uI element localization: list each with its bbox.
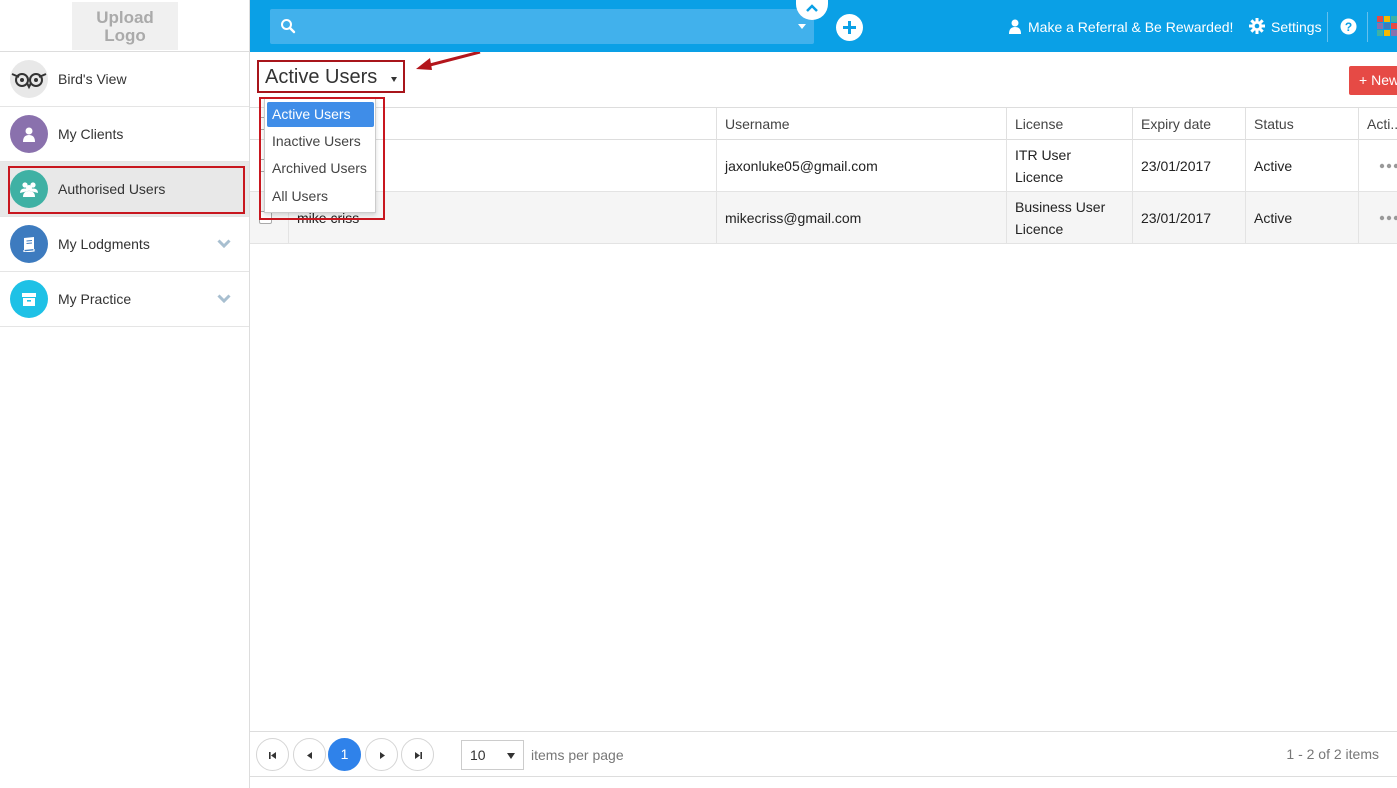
username-cell: jaxonluke05@gmail.com (716, 140, 1006, 192)
items-per-page-label: items per page (531, 747, 624, 763)
caret-down-icon (507, 753, 515, 759)
sidebar-item-label: My Lodgments (58, 236, 150, 252)
user-icon (1009, 19, 1021, 34)
pagination-info: 1 - 2 of 2 items (1286, 746, 1379, 762)
column-header-expiry[interactable]: Expiry date (1132, 108, 1245, 140)
sidebar: Bird's View My Clients Authorised Users (0, 52, 250, 788)
more-actions-icon[interactable] (1379, 163, 1397, 169)
license-line2: Licence (1015, 169, 1064, 185)
plus-icon (843, 21, 856, 34)
table-row[interactable]: jaxonluke05@gmail.com ITR User Licence 23… (250, 140, 1397, 192)
settings-link[interactable]: Settings (1249, 0, 1322, 52)
help-icon: ? (1340, 18, 1357, 35)
previous-page-icon (307, 752, 312, 759)
gear-icon (1249, 18, 1265, 35)
app-grid-icon (1377, 16, 1397, 37)
owl-icon (10, 60, 48, 98)
license-line2: Licence (1015, 221, 1064, 237)
header-divider (1367, 12, 1368, 42)
dropdown-highlight-annotation (259, 97, 385, 220)
search-input[interactable] (270, 9, 814, 44)
status-cell: Active (1245, 140, 1358, 192)
license-cell: ITR User Licence (1006, 140, 1132, 192)
table-row[interactable]: mike criss mikecriss@gmail.com Business … (250, 192, 1397, 244)
user-view-select-value: Active Users (265, 66, 378, 88)
logo-text-line1: Upload (96, 8, 154, 27)
new-button-label: New (1371, 72, 1397, 88)
search-icon (281, 19, 296, 34)
chevron-up-icon (806, 4, 818, 12)
logo-text-line2: Logo (104, 26, 146, 45)
previous-page-button[interactable] (293, 738, 326, 771)
quick-add-button[interactable] (836, 14, 863, 41)
referral-label: Make a Referral & Be Rewarded! (1028, 19, 1234, 35)
sidebar-item-my-practice[interactable]: My Practice (0, 272, 249, 327)
sidebar-item-label: My Clients (58, 126, 124, 142)
book-icon (10, 225, 48, 263)
expiry-cell: 23/01/2017 (1132, 192, 1245, 244)
chevron-down-icon[interactable] (217, 294, 231, 303)
user-view-select[interactable]: Active Users (257, 60, 405, 93)
upload-logo-placeholder[interactable]: Upload Logo (72, 2, 178, 50)
current-page-button[interactable]: 1 (328, 738, 361, 771)
first-page-icon (269, 752, 276, 759)
actions-cell (1358, 192, 1397, 244)
caret-down-icon (391, 77, 397, 82)
column-header-actions[interactable]: Acti... (1358, 108, 1397, 140)
logo-area: Upload Logo (0, 0, 250, 52)
referral-link[interactable]: Make a Referral & Be Rewarded! (1008, 0, 1233, 52)
sidebar-item-my-clients[interactable]: My Clients (0, 107, 249, 162)
sidebar-item-label: Bird's View (58, 71, 127, 87)
chevron-down-icon[interactable] (217, 239, 231, 248)
expiry-cell: 23/01/2017 (1132, 140, 1245, 192)
sidebar-highlight-annotation (8, 166, 245, 214)
sidebar-item-birds-view[interactable]: Bird's View (0, 52, 249, 107)
svg-text:?: ? (1345, 20, 1352, 34)
status-cell: Active (1245, 192, 1358, 244)
new-user-button[interactable]: + New (1349, 66, 1397, 95)
first-page-button[interactable] (256, 738, 289, 771)
apps-button[interactable] (1377, 0, 1397, 52)
column-header-username[interactable]: Username (716, 108, 1006, 140)
settings-label: Settings (1271, 19, 1322, 35)
table-header: Username License Expiry date Status Acti… (250, 107, 1397, 140)
plus-icon: + (1359, 72, 1368, 88)
license-line1: Business User (1015, 199, 1106, 215)
sidebar-item-my-lodgments[interactable]: My Lodgments (0, 217, 249, 272)
column-header-status[interactable]: Status (1245, 108, 1358, 140)
next-page-button[interactable] (365, 738, 398, 771)
top-bar: Make a Referral & Be Rewarded! Settings … (250, 0, 1397, 52)
archive-icon (10, 280, 48, 318)
help-button[interactable]: ? (1340, 0, 1363, 52)
user-icon (10, 115, 48, 153)
column-header-license[interactable]: License (1006, 108, 1132, 140)
search-dropdown-caret[interactable] (798, 24, 806, 29)
license-line1: ITR User (1015, 147, 1071, 163)
more-actions-icon[interactable] (1379, 215, 1397, 221)
actions-cell (1358, 140, 1397, 192)
license-cell: Business User Licence (1006, 192, 1132, 244)
username-cell: mikecriss@gmail.com (716, 192, 1006, 244)
page-size-select[interactable]: 10 (461, 740, 524, 770)
sidebar-item-label: My Practice (58, 291, 132, 307)
pagination-bar: 1 10 items per page 1 - 2 of 2 items (250, 731, 1397, 777)
next-page-icon (380, 752, 385, 759)
last-page-icon (415, 752, 422, 759)
header-divider (1327, 12, 1328, 42)
page-size-value: 10 (470, 747, 486, 763)
last-page-button[interactable] (401, 738, 434, 771)
arrow-annotation-icon (416, 52, 481, 70)
